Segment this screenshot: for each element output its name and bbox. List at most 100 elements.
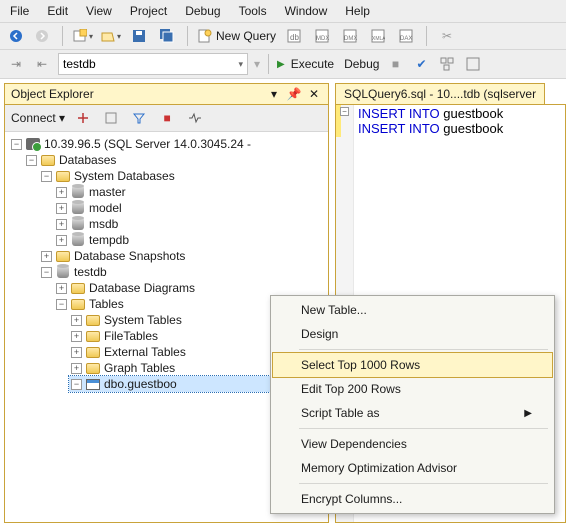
explorer-toolbar: Connect ▾ ■ [5,105,328,132]
pin-icon[interactable]: 📌 [286,87,302,101]
mdx-icon[interactable]: MDX [312,26,332,46]
dropdown-icon[interactable]: ▾ [266,87,282,101]
label: Databases [59,153,116,167]
collapse-icon[interactable]: − [71,379,82,390]
fold-icon[interactable]: − [340,107,349,116]
label: msdb [89,217,118,231]
menu-window[interactable]: Window [285,4,328,18]
menu-script-table-as[interactable]: Script Table as▶ [273,401,552,425]
execute-button[interactable]: Execute [291,57,334,71]
tree-db-tempdb[interactable]: +tempdb [54,232,328,248]
menu-edit-top-200[interactable]: Edit Top 200 Rows [273,377,552,401]
divider [268,54,269,74]
nav-back-icon[interactable] [6,26,26,46]
filter-icon[interactable] [129,108,149,128]
expand-icon[interactable]: + [71,363,82,374]
tree-db-msdb[interactable]: + msdb [54,216,328,232]
label: master [89,185,126,199]
tree-snapshots[interactable]: + Database Snapshots [39,248,328,264]
main-toolbar: New Query db MDX DMX XMLA DAX ✂ [0,23,566,50]
menu-file[interactable]: File [10,4,29,18]
tree-diagrams[interactable]: +Database Diagrams [54,280,328,296]
collapse-icon[interactable]: − [41,267,52,278]
label: Database Snapshots [74,249,185,263]
folder-icon [86,331,100,342]
divider [187,26,188,46]
collapse-icon[interactable]: − [41,171,52,182]
xmla-icon[interactable]: XMLA [368,26,388,46]
new-project-icon[interactable] [73,26,93,46]
panel-titlebar: Object Explorer ▾ 📌 ✕ [5,84,328,105]
open-icon[interactable] [101,26,121,46]
dax-icon[interactable]: DAX [396,26,416,46]
expand-icon[interactable]: + [56,203,67,214]
tree-server[interactable]: − 10.39.96.5 (SQL Server 14.0.3045.24 - [9,136,328,152]
close-icon[interactable]: ✕ [306,87,322,101]
folder-icon [86,347,100,358]
tree-system-databases[interactable]: − System Databases [39,168,328,184]
menu-bar: File Edit View Project Debug Tools Windo… [0,0,566,23]
activity-icon[interactable] [185,108,205,128]
expand-icon[interactable]: + [71,331,82,342]
plan-icon[interactable] [437,54,457,74]
expand-icon[interactable]: + [56,283,67,294]
outdent-icon[interactable]: ⇤ [32,54,52,74]
menu-help[interactable]: Help [345,4,370,18]
collapse-icon[interactable]: − [11,139,22,150]
folder-icon [71,283,85,294]
debug-button[interactable]: Debug [344,57,379,71]
save-all-icon[interactable] [157,26,177,46]
cut-icon[interactable]: ✂ [437,26,457,46]
connect-button[interactable]: Connect ▾ [11,111,65,125]
label: System Tables [104,313,182,327]
tree-db-model[interactable]: +model [54,200,328,216]
menu-view[interactable]: View [86,4,112,18]
folder-icon [41,155,55,166]
exec-toolbar: ⇥ ⇤ ▾ ▾ ▶ Execute Debug ■ ✔ [0,50,566,79]
expand-icon[interactable]: + [71,347,82,358]
separator [299,428,548,429]
expand-icon[interactable]: + [56,219,67,230]
tree-user-db[interactable]: −testdb [39,264,328,280]
chevron-down-icon: ▾ [238,59,243,70]
tree-db-master[interactable]: + master [54,184,328,200]
folder-icon [86,315,100,326]
database-dropdown[interactable]: ▾ [58,53,248,75]
dmx-icon[interactable]: DMX [340,26,360,46]
expand-icon[interactable]: + [56,187,67,198]
menu-project[interactable]: Project [130,4,167,18]
menu-edit[interactable]: Edit [47,4,68,18]
nav-fwd-icon[interactable] [32,26,52,46]
editor-tab[interactable]: SQLQuery6.sql - 10....tdb (sqlserver [335,83,545,104]
folder-icon [56,171,70,182]
expand-icon[interactable]: + [71,315,82,326]
save-icon[interactable] [129,26,149,46]
menu-new-table[interactable]: New Table... [273,298,552,322]
menu-debug[interactable]: Debug [185,4,220,18]
refresh-icon[interactable] [101,108,121,128]
stop2-icon[interactable]: ■ [157,108,177,128]
tree-databases[interactable]: − Databases [24,152,328,168]
disconnect-icon[interactable] [73,108,93,128]
parse-icon[interactable]: ✔ [411,54,431,74]
expand-icon[interactable]: + [56,235,67,246]
folder-icon [86,363,100,374]
menu-memory-advisor[interactable]: Memory Optimization Advisor [273,456,552,480]
new-query-button[interactable]: New Query [198,26,276,46]
collapse-icon[interactable]: − [56,299,67,310]
indent-icon[interactable]: ⇥ [6,54,26,74]
keyword: INSERT INTO [358,106,440,121]
menu-design[interactable]: Design [273,322,552,346]
stats-icon[interactable] [463,54,483,74]
execute-icon[interactable]: ▶ [277,59,285,70]
menu-select-top-1000[interactable]: Select Top 1000 Rows [273,353,552,377]
menu-tools[interactable]: Tools [239,4,267,18]
menu-encrypt-columns[interactable]: Encrypt Columns... [273,487,552,511]
menu-view-dependencies[interactable]: View Dependencies [273,432,552,456]
script-icon-1[interactable]: db [284,26,304,46]
database-value[interactable] [63,57,223,71]
collapse-icon[interactable]: − [26,155,37,166]
stop-icon[interactable]: ■ [385,54,405,74]
label: FileTables [104,329,158,343]
expand-icon[interactable]: + [41,251,52,262]
